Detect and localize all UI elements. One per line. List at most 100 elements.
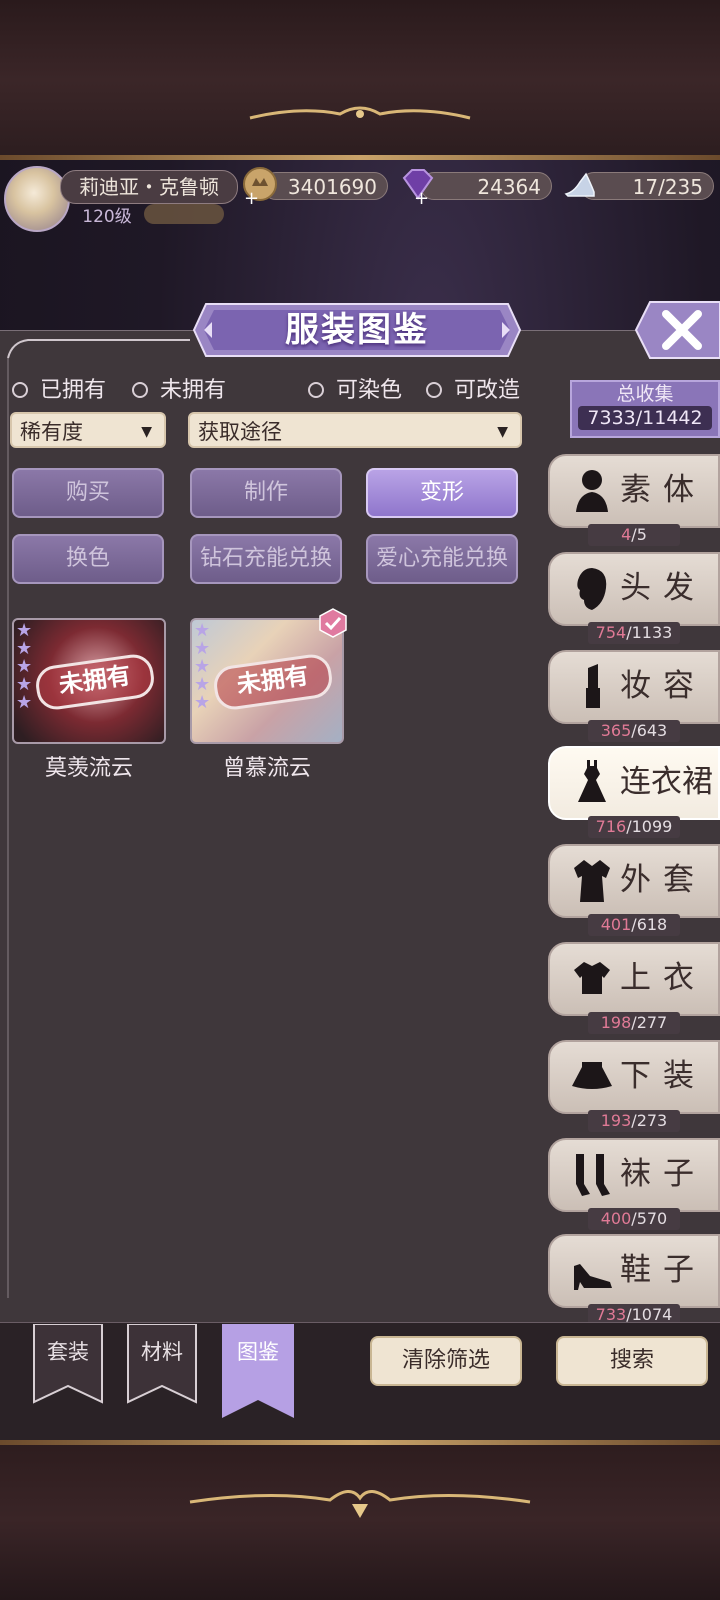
- filter-heart-exchange-button[interactable]: 爱心充能兑换: [366, 534, 518, 584]
- filter-recolor-button[interactable]: 换色: [12, 534, 164, 584]
- title-badge: [144, 204, 224, 224]
- total-count: /273: [631, 1111, 668, 1130]
- category-dress[interactable]: 连衣裙 716/1099: [548, 746, 720, 838]
- total-collection: 总收集 7333/11442: [570, 380, 720, 438]
- search-button[interactable]: 搜索: [556, 1336, 708, 1386]
- category-count: 365/643: [588, 720, 680, 742]
- item-name: 曾慕流云: [222, 756, 311, 781]
- dress-icon: [578, 760, 606, 802]
- total-count: /1099: [626, 817, 673, 836]
- diamond-icon[interactable]: +: [396, 164, 438, 206]
- total-count: /643: [631, 721, 668, 740]
- filter-buy-button[interactable]: 购买: [12, 468, 164, 518]
- category-label: 头发: [620, 570, 706, 606]
- filter-craft-button[interactable]: 制作: [190, 468, 342, 518]
- filter-dyeable-radio[interactable]: 可染色: [308, 376, 402, 406]
- not-owned-stamp: 未拥有: [33, 652, 157, 712]
- tab-collection-label: 图鉴: [237, 1340, 279, 1364]
- owned-count: 754: [595, 623, 627, 642]
- ornament-icon: [249, 106, 471, 120]
- body-icon: [576, 470, 608, 512]
- owned-count: 401: [600, 915, 632, 934]
- category-coat[interactable]: 外套 401/618: [548, 844, 720, 936]
- category-label: 下装: [620, 1058, 706, 1094]
- coat-icon: [574, 860, 610, 902]
- source-select[interactable]: 获取途径 ▼: [188, 412, 522, 448]
- total-collection-label: 总收集: [616, 383, 674, 405]
- not-owned-stamp: 未拥有: [211, 652, 335, 712]
- skirt-icon: [572, 1062, 612, 1089]
- owned-count: 716: [595, 817, 627, 836]
- filter-owned-radio[interactable]: 已拥有: [12, 376, 106, 406]
- player-avatar[interactable]: [4, 166, 70, 232]
- item-card-moxian-liuyun[interactable]: ★ ★ ★ ★ ★ 未拥有: [12, 618, 166, 744]
- total-collection-count: 7333/11442: [578, 406, 712, 430]
- category-count: 754/1133: [588, 622, 680, 644]
- filter-unowned-label: 未拥有: [160, 378, 227, 403]
- total-count: /5: [631, 525, 647, 544]
- radio-circle-icon: [132, 381, 148, 398]
- dropdown-arrow-icon: ▼: [497, 424, 508, 440]
- hair-icon: [577, 568, 607, 610]
- total-count: /618: [631, 915, 668, 934]
- source-select-value: 获取途径: [198, 420, 282, 444]
- owned-count: 4: [621, 525, 632, 544]
- category-count: 401/618: [588, 914, 680, 936]
- category-label: 袜子: [620, 1156, 706, 1192]
- socks-icon: [576, 1154, 610, 1196]
- filter-diamond-exchange-button[interactable]: 钻石充能兑换: [190, 534, 342, 584]
- owned-count: 193: [600, 1111, 632, 1130]
- panel-title: 服装图鉴: [285, 310, 429, 350]
- ornament-icon: [189, 1490, 531, 1518]
- category-socks[interactable]: 袜子 400/570: [548, 1138, 720, 1230]
- filter-unowned-radio[interactable]: 未拥有: [132, 376, 226, 406]
- category-hair[interactable]: 头发 754/1133: [548, 552, 720, 644]
- radio-circle-icon: [12, 381, 28, 398]
- tab-materials-label: 材料: [141, 1340, 183, 1364]
- close-button[interactable]: [634, 300, 720, 360]
- rarity-stars-icon: ★ ★ ★ ★ ★: [16, 620, 33, 713]
- category-label: 妆容: [620, 668, 706, 704]
- category-label: 连衣裙: [620, 764, 713, 800]
- gold-coin-icon[interactable]: +: [240, 164, 282, 206]
- filter-transform-button[interactable]: 变形: [366, 468, 518, 518]
- svg-text:+: +: [244, 188, 259, 206]
- category-count: 716/1099: [588, 816, 680, 838]
- category-makeup[interactable]: 妆容 365/643: [548, 650, 720, 742]
- category-count: 193/273: [588, 1110, 680, 1132]
- owned-count: 400: [600, 1209, 632, 1228]
- owned-count: 365: [600, 721, 632, 740]
- total-count: /1133: [626, 623, 673, 642]
- rarity-stars-icon: ★ ★ ★ ★ ★: [194, 620, 211, 713]
- category-bottoms[interactable]: 下装 193/273: [548, 1040, 720, 1132]
- diamond-counter: 24364: [420, 172, 552, 200]
- category-label: 素体: [620, 472, 706, 508]
- bottom-decor-frame: [0, 1440, 720, 1600]
- rarity-select[interactable]: 稀有度 ▼: [10, 412, 166, 448]
- filter-dyeable-label: 可染色: [336, 378, 403, 403]
- radio-circle-icon: [426, 381, 442, 398]
- category-top[interactable]: 上衣 198/277: [548, 942, 720, 1034]
- player-name: 莉迪亚・克鲁顿: [60, 170, 238, 204]
- top-decor-frame: [0, 0, 720, 160]
- tab-outfits-label: 套装: [47, 1340, 89, 1364]
- lipstick-icon: [586, 664, 600, 708]
- category-body[interactable]: 素体 4/5: [548, 454, 720, 546]
- item-name: 莫羡流云: [44, 756, 133, 781]
- filter-modifiable-radio[interactable]: 可改造: [426, 376, 520, 406]
- category-count: 198/277: [588, 1012, 680, 1034]
- filter-owned-label: 已拥有: [40, 378, 107, 403]
- radio-circle-icon: [308, 381, 324, 398]
- total-count: /277: [631, 1013, 668, 1032]
- category-shoes[interactable]: 鞋子 733/1074: [548, 1234, 720, 1326]
- category-count: 4/5: [588, 524, 680, 546]
- category-count: 400/570: [588, 1208, 680, 1230]
- top-icon: [574, 962, 610, 994]
- dropdown-arrow-icon: ▼: [141, 424, 152, 440]
- clear-filter-button[interactable]: 清除筛选: [370, 1336, 522, 1386]
- category-label: 上衣: [620, 960, 706, 996]
- glass-slipper-icon[interactable]: [560, 164, 602, 206]
- total-count: /570: [631, 1209, 668, 1228]
- filter-modifiable-label: 可改造: [454, 378, 521, 403]
- checkmark-icon: [319, 608, 347, 638]
